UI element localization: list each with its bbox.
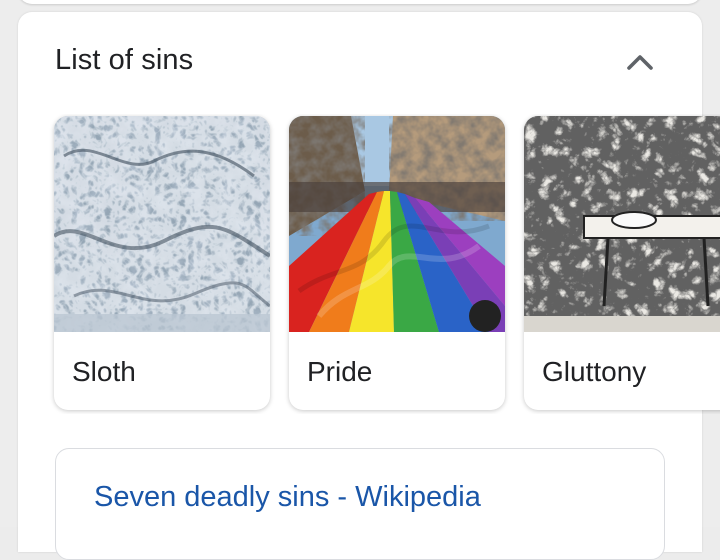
- pride-image: [289, 116, 505, 332]
- chevron-up-icon: [627, 55, 653, 70]
- sins-carousel[interactable]: Sloth Pride Gluttony: [0, 114, 720, 414]
- wikipedia-result-card[interactable]: Seven deadly sins - Wikipedia: [55, 448, 665, 560]
- sloth-image: [54, 116, 270, 332]
- card-sloth[interactable]: Sloth: [54, 116, 270, 410]
- gluttony-image: [524, 116, 720, 332]
- card-label: Gluttony: [542, 356, 647, 387]
- collapse-button[interactable]: [620, 44, 660, 80]
- card-pride[interactable]: Pride: [289, 116, 505, 410]
- card-label: Sloth: [72, 356, 136, 387]
- wikipedia-result-link[interactable]: Seven deadly sins - Wikipedia: [94, 481, 481, 514]
- section-title: List of sins: [55, 44, 194, 76]
- card-gluttony[interactable]: Gluttony: [524, 116, 720, 410]
- card-label: Pride: [307, 356, 373, 387]
- previous-card-edge: [18, 0, 702, 4]
